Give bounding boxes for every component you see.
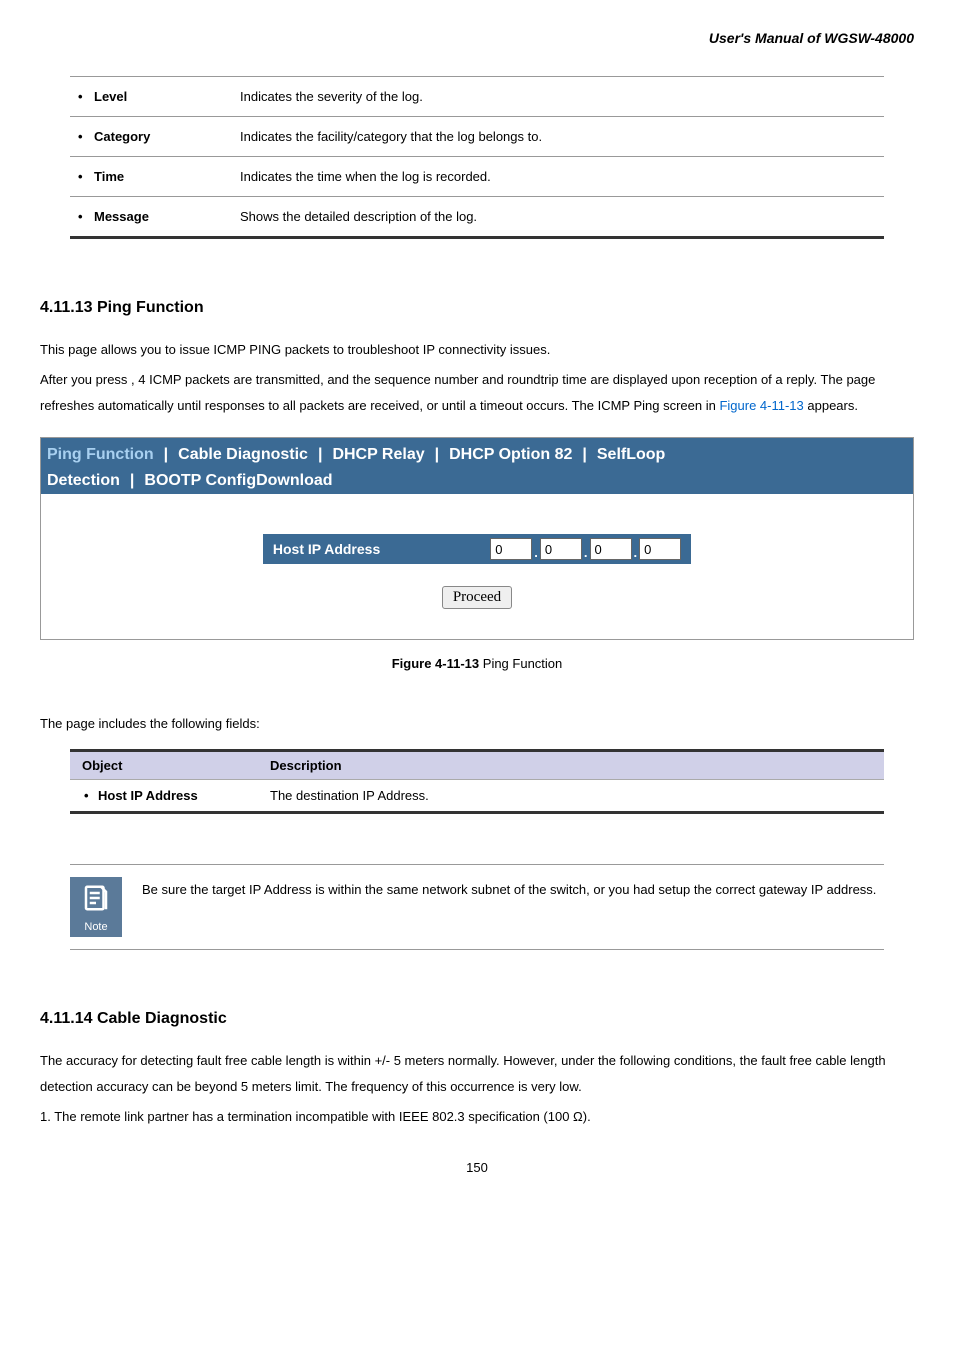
ip-octet-2-input[interactable] [540, 538, 582, 560]
host-ip-label: Host IP Address [273, 541, 490, 557]
def-row: Category Indicates the facility/category… [70, 116, 884, 156]
page-number: 150 [40, 1160, 914, 1175]
ip-dot: . [532, 545, 540, 560]
tab-cable-diagnostic[interactable]: Cable Diagnostic [172, 442, 314, 468]
tab-separator: | [578, 442, 590, 468]
tab-ping-function[interactable]: Ping Function [41, 442, 160, 468]
ip-octet-1-input[interactable] [490, 538, 532, 560]
section-heading-ping: 4.11.13 Ping Function [40, 299, 914, 317]
def-desc: Indicates the facility/category that the… [240, 129, 884, 144]
ip-dot: . [582, 545, 590, 560]
host-ip-row: Host IP Address . . . [263, 534, 691, 564]
page-header-title: User's Manual of WGSW-48000 [40, 30, 914, 46]
body-paragraph: This page allows you to issue ICMP PING … [40, 337, 914, 363]
def-label: Category [70, 129, 240, 144]
note-icon: Note [70, 877, 122, 937]
def-desc: Indicates the time when the log is recor… [240, 169, 884, 184]
tab-detection[interactable]: Detection [41, 468, 126, 494]
object-table-row: Host IP Address The destination IP Addre… [70, 779, 884, 811]
def-row: Time Indicates the time when the log is … [70, 156, 884, 196]
ip-dot: . [632, 545, 640, 560]
object-header-col2: Description [270, 758, 884, 773]
tab-dhcp-option-82[interactable]: DHCP Option 82 [443, 442, 578, 468]
ip-octet-4-input[interactable] [639, 538, 681, 560]
object-row-desc: The destination IP Address. [270, 788, 884, 803]
form-area: Host IP Address . . . Proceed [41, 494, 913, 639]
fields-intro: The page includes the following fields: [40, 711, 914, 737]
def-label: Level [70, 89, 240, 104]
tab-selfloop[interactable]: SelfLoop [591, 442, 671, 468]
def-desc: Indicates the severity of the log. [240, 89, 884, 104]
body-paragraph: After you press , 4 ICMP packets are tra… [40, 367, 914, 419]
def-row: Level Indicates the severity of the log. [70, 76, 884, 116]
def-label: Time [70, 169, 240, 184]
note-block: Note Be sure the target IP Address is wi… [70, 864, 884, 950]
note-text: Be sure the target IP Address is within … [142, 877, 884, 903]
ping-ui-panel: Ping Function | Cable Diagnostic | DHCP … [40, 437, 914, 640]
figure-title: Ping Function [479, 656, 562, 671]
notepad-icon [81, 883, 111, 913]
body-paragraph: The accuracy for detecting fault free ca… [40, 1048, 914, 1100]
object-table: Object Description Host IP Address The d… [70, 749, 884, 814]
def-row: Message Shows the detailed description o… [70, 196, 884, 239]
tab-separator: | [126, 468, 138, 494]
object-row-label: Host IP Address [70, 788, 270, 803]
ordered-list-item: 1. The remote link partner has a termina… [40, 1104, 914, 1130]
def-label: Message [70, 209, 240, 224]
figure-number: Figure 4-11-13 [392, 656, 479, 671]
definition-table: Level Indicates the severity of the log.… [70, 76, 884, 239]
proceed-button[interactable]: Proceed [442, 586, 512, 609]
figure-link[interactable]: Figure 4-11-13 [719, 398, 803, 413]
object-header-col1: Object [70, 758, 270, 773]
tab-separator: | [160, 442, 172, 468]
ip-octet-3-input[interactable] [590, 538, 632, 560]
tab-dhcp-relay[interactable]: DHCP Relay [326, 442, 430, 468]
tab-bootp-configdownload[interactable]: BOOTP ConfigDownload [138, 468, 338, 494]
section-heading-cable: 4.11.14 Cable Diagnostic [40, 1010, 914, 1028]
note-label: Note [84, 921, 107, 933]
tab-bar: Ping Function | Cable Diagnostic | DHCP … [41, 438, 913, 494]
object-table-header: Object Description [70, 752, 884, 779]
def-desc: Shows the detailed description of the lo… [240, 209, 884, 224]
text-span: appears. [804, 398, 858, 413]
tab-separator: | [431, 442, 443, 468]
tab-separator: | [314, 442, 326, 468]
figure-caption: Figure 4-11-13 Ping Function [40, 656, 914, 671]
